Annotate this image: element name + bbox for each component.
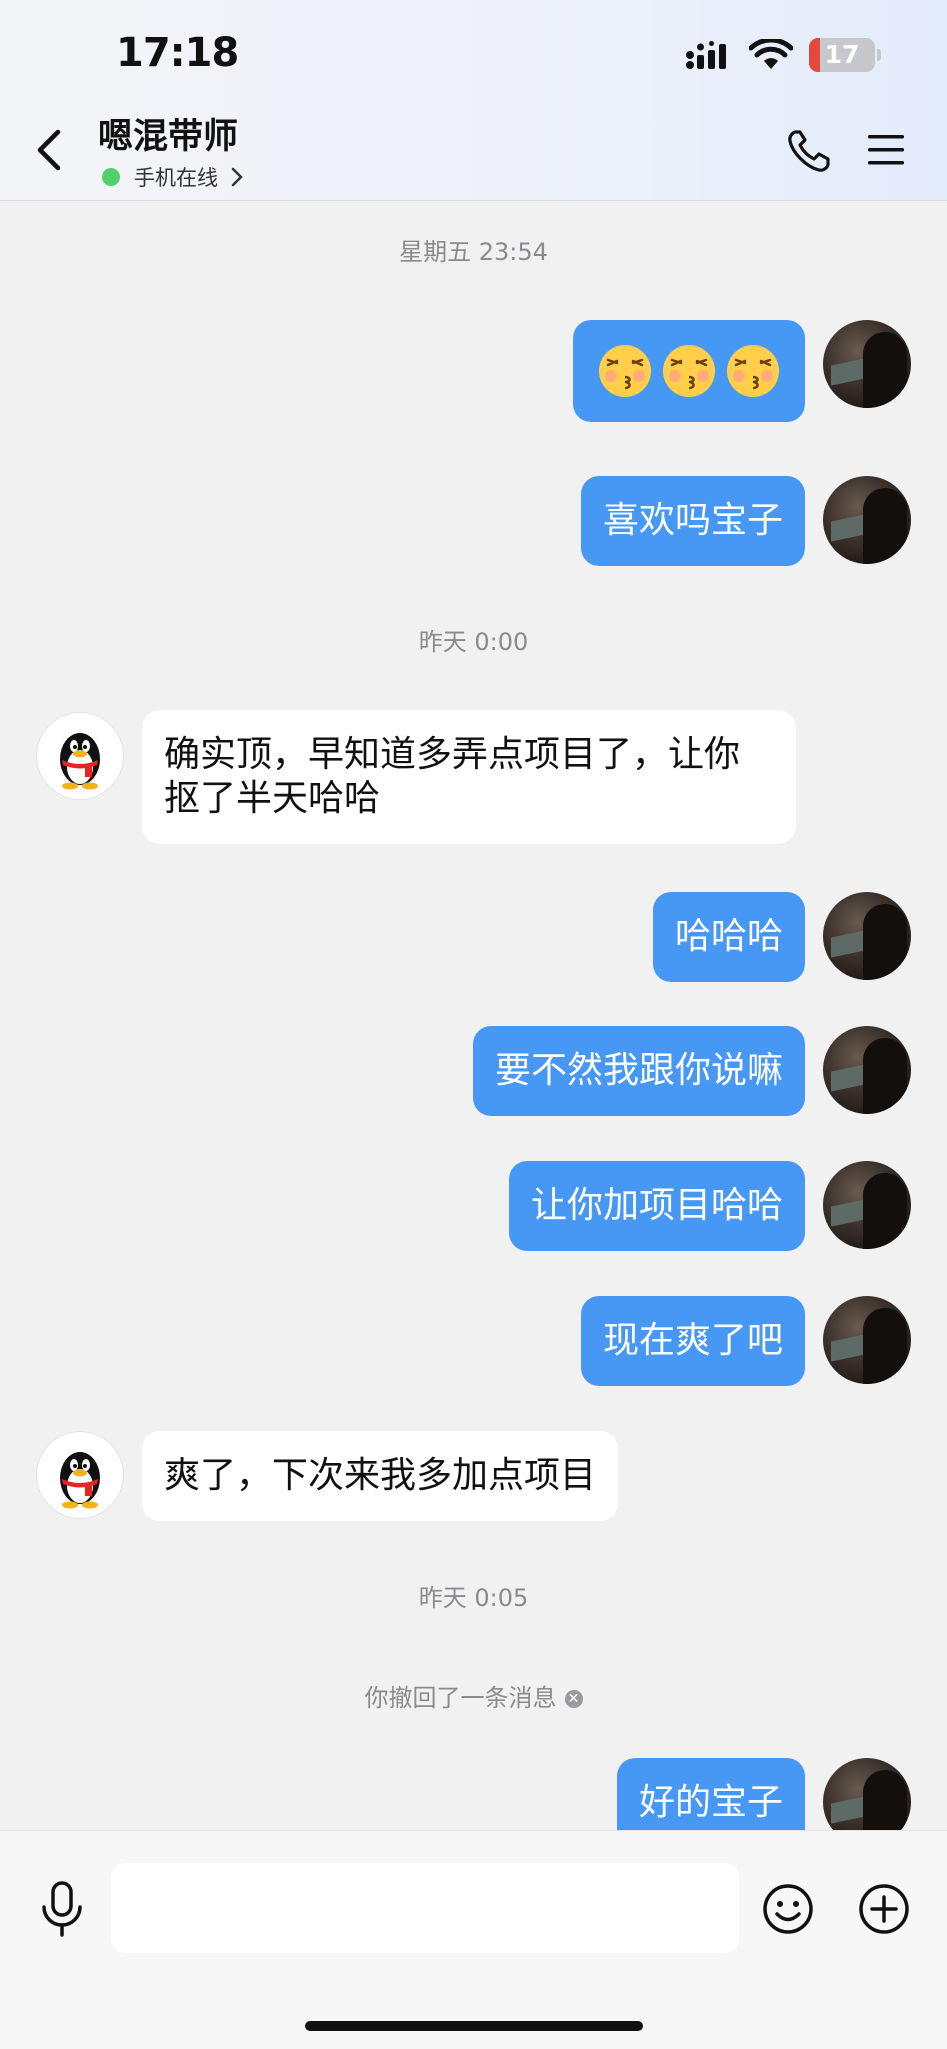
my-avatar[interactable] <box>823 1758 911 1830</box>
timestamp: 星期五 23:54 <box>399 238 548 266</box>
contact-avatar[interactable] <box>36 1431 124 1519</box>
top-bar: 17:18 17 嗯混带师 手机在线 <box>0 0 947 201</box>
battery-tip <box>877 49 881 61</box>
cellular-signal-icon <box>686 41 726 69</box>
message-bubble-incoming[interactable]: 确实顶，早知道多弄点项目了，让你 抠了半天哈哈 <box>142 710 796 844</box>
recall-notice: 你撤回了一条消息 ✕ <box>0 1678 947 1713</box>
my-avatar[interactable] <box>823 892 911 980</box>
menu-icon[interactable] <box>866 132 906 168</box>
timestamp: 昨天 0:05 <box>418 1584 529 1612</box>
close-circle-icon[interactable]: ✕ <box>564 1690 583 1708</box>
emoji-icon[interactable] <box>762 1883 814 1935</box>
chevron-right-icon <box>231 167 243 187</box>
kiss-emoji-icon <box>663 345 715 397</box>
wifi-icon <box>749 39 793 69</box>
battery-icon: 17 <box>809 38 875 72</box>
home-indicator <box>305 2021 643 2031</box>
chat-area[interactable]: 星期五 23:54 喜欢吗宝子 昨天 0:00 确实顶，早知道多弄点项目了，让你… <box>0 200 947 1830</box>
plus-icon[interactable] <box>858 1883 910 1935</box>
message-line: 抠了半天哈哈 <box>164 778 381 819</box>
timestamp: 昨天 0:00 <box>418 628 529 656</box>
status-time: 17:18 <box>116 30 239 76</box>
my-avatar[interactable] <box>823 476 911 564</box>
message-bubble-outgoing[interactable]: 现在爽了吧 <box>580 1296 805 1386</box>
message-bubble-outgoing[interactable]: 让你加项目哈哈 <box>508 1161 805 1251</box>
qq-penguin-icon <box>60 733 100 790</box>
message-line: 确实顶，早知道多弄点项目了，让你 <box>164 734 741 775</box>
my-avatar[interactable] <box>823 1161 911 1249</box>
kiss-emoji-icon <box>727 345 779 397</box>
message-input[interactable] <box>111 1863 739 1953</box>
battery-percent: 17 <box>824 40 860 69</box>
microphone-icon[interactable] <box>38 1881 86 1937</box>
message-bubble-outgoing[interactable] <box>573 320 805 422</box>
my-avatar[interactable] <box>823 1026 911 1114</box>
input-bar <box>0 1830 947 2049</box>
recall-notice-text: 你撤回了一条消息 <box>364 1684 557 1712</box>
presence-status[interactable]: 手机在线 <box>102 162 244 192</box>
online-dot-icon <box>102 168 120 186</box>
message-bubble-outgoing[interactable]: 喜欢吗宝子 <box>580 476 805 566</box>
kiss-emoji-icon <box>599 345 651 397</box>
my-avatar[interactable] <box>823 1296 911 1384</box>
message-bubble-outgoing[interactable]: 哈哈哈 <box>652 892 805 982</box>
status-icons: 17 <box>685 38 881 72</box>
message-bubble-outgoing[interactable]: 好的宝子 <box>616 1758 805 1830</box>
presence-label: 手机在线 <box>134 166 218 190</box>
message-bubble-incoming[interactable]: 爽了，下次来我多加点项目 <box>142 1431 619 1521</box>
my-avatar[interactable] <box>823 320 911 408</box>
contact-avatar[interactable] <box>36 712 124 800</box>
qq-penguin-icon <box>60 1452 100 1509</box>
message-bubble-outgoing[interactable]: 要不然我跟你说嘛 <box>472 1026 805 1116</box>
back-icon[interactable] <box>30 128 74 172</box>
phone-icon[interactable] <box>786 128 832 174</box>
contact-name[interactable]: 嗯混带师 <box>98 108 238 159</box>
